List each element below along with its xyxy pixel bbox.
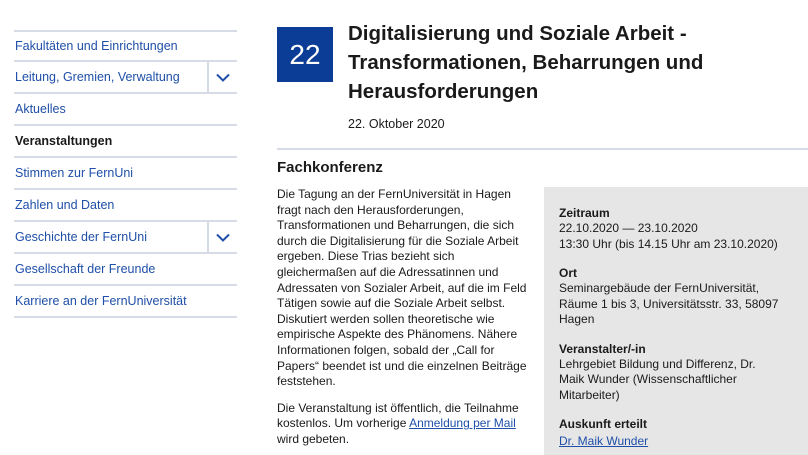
description-paragraph: Die Tagung an der FernUniversität in Hag…	[277, 187, 527, 389]
divider	[277, 148, 808, 150]
info-veranstalter: Veranstalter/-in Lehrgebiet Bildung und …	[559, 342, 808, 404]
sidebar-item-leitung[interactable]: Leitung, Gremien, Verwaltung	[14, 62, 237, 94]
sidebar-item-geschichte[interactable]: Geschichte der FernUni	[14, 222, 237, 254]
veranstalter-line: Lehrgebiet Bildung und Differenz, Dr.	[559, 356, 756, 371]
ort-line: Seminargebäude der FernUniversität,	[559, 281, 760, 295]
sidebar-item-label[interactable]: Leitung, Gremien, Verwaltung	[14, 70, 180, 84]
chevron-down-icon	[216, 233, 230, 242]
event-date: 22. Oktober 2020	[348, 117, 445, 131]
sidebar-item-label[interactable]: Veranstaltungen	[14, 134, 112, 148]
sidebar-item-zahlen[interactable]: Zahlen und Daten	[14, 190, 237, 222]
zeitraum-heading: Zeitraum	[559, 206, 610, 220]
expand-geschichte-button[interactable]	[207, 222, 237, 252]
ort-line: Hagen	[559, 312, 595, 326]
ort-heading: Ort	[559, 266, 577, 280]
contact-person-link[interactable]: Dr. Maik Wunder	[559, 434, 648, 448]
expand-leitung-button[interactable]	[207, 62, 237, 92]
ort-line: Räume 1 bis 3, Universitätsstr. 33, 5809…	[559, 296, 779, 311]
sidebar-nav: Fakultäten und Einrichtungen Leitung, Gr…	[14, 30, 237, 318]
sidebar-item-veranstaltungen[interactable]: Veranstaltungen	[14, 126, 237, 158]
sidebar-item-label[interactable]: Karriere an der FernUniversität	[14, 294, 187, 308]
page-title: Digitalisierung und Soziale Arbeit - Tra…	[348, 22, 704, 103]
sidebar-item-aktuelles[interactable]: Aktuelles	[14, 94, 237, 126]
event-date-badge: 22	[277, 27, 333, 82]
zeitraum-times: 13:30 Uhr (bis 14.15 Uhr am 23.10.2020)	[559, 236, 778, 251]
veranstalter-line: Maik Wunder (Wissenschaftlicher	[559, 372, 737, 386]
sidebar-item-fakultaeten[interactable]: Fakultäten und Einrichtungen	[14, 30, 237, 62]
sidebar-item-gesellschaft[interactable]: Gesellschaft der Freunde	[14, 254, 237, 286]
sidebar-item-label[interactable]: Geschichte der FernUni	[14, 230, 147, 244]
sidebar-item-label[interactable]: Zahlen und Daten	[14, 198, 114, 212]
info-zeitraum: Zeitraum 22.10.2020 — 23.10.2020 13:30 U…	[559, 206, 808, 252]
veranstalter-line: Mitarbeiter)	[559, 387, 620, 402]
event-description: Die Tagung an der FernUniversität in Hag…	[277, 187, 532, 455]
sidebar-item-label[interactable]: Gesellschaft der Freunde	[14, 262, 155, 276]
veranstalter-heading: Veranstalter/-in	[559, 341, 646, 356]
auskunft-heading: Auskunft erteilt	[559, 417, 648, 431]
sidebar-item-karriere[interactable]: Karriere an der FernUniversität	[14, 286, 237, 318]
sidebar-item-label[interactable]: Fakultäten und Einrichtungen	[14, 39, 178, 53]
info-ort: Ort Seminargebäude der FernUniversität, …	[559, 266, 808, 328]
registration-mail-link[interactable]: Anmeldung per Mail	[409, 416, 516, 430]
sidebar-item-label[interactable]: Stimmen zur FernUni	[14, 166, 133, 180]
registration-text-end: wird gebeten.	[277, 431, 350, 446]
event-subtitle: Fachkonferenz	[277, 159, 383, 176]
description-paragraph: Die Veranstaltung ist öffentlich, die Te…	[277, 401, 532, 448]
sidebar-item-label[interactable]: Aktuelles	[14, 102, 66, 116]
sidebar-item-stimmen[interactable]: Stimmen zur FernUni	[14, 158, 237, 190]
event-info-box: Zeitraum 22.10.2020 — 23.10.2020 13:30 U…	[544, 187, 808, 455]
chevron-down-icon	[216, 73, 230, 82]
info-auskunft: Auskunft erteilt Dr. Maik Wunder	[559, 417, 808, 450]
zeitraum-dates: 22.10.2020 — 23.10.2020	[559, 221, 698, 235]
